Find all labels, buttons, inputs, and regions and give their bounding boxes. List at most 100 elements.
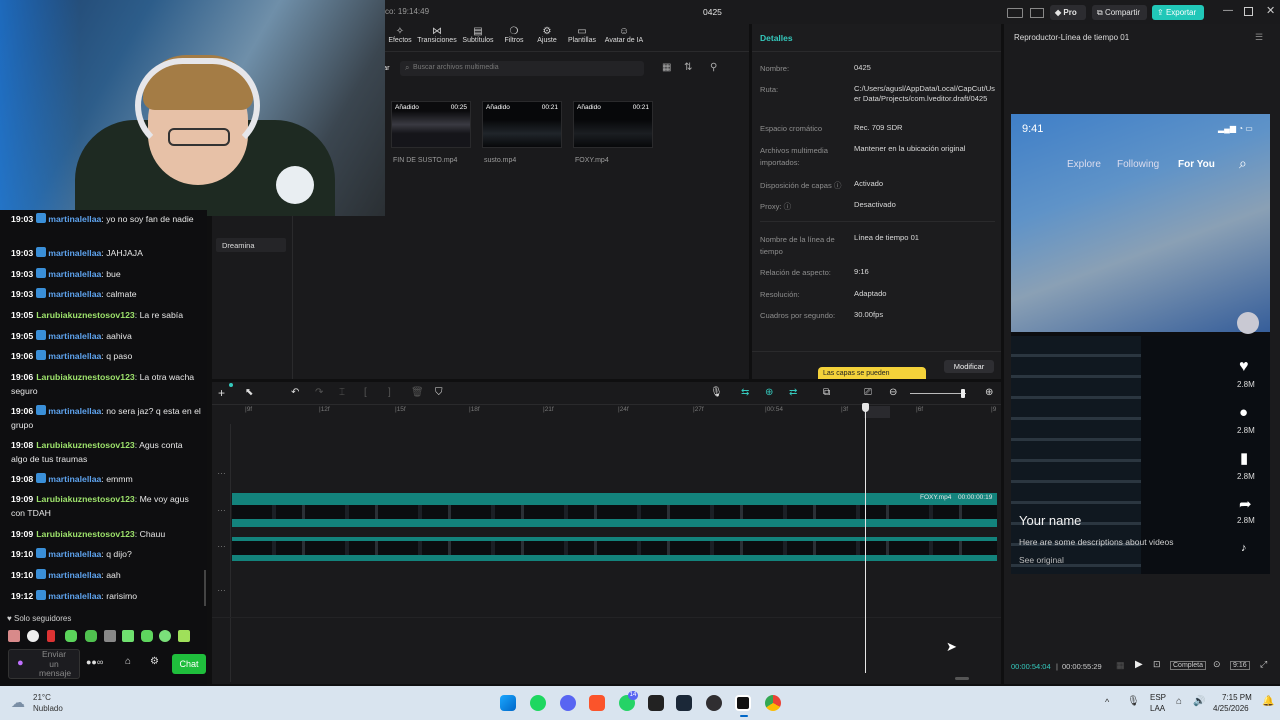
microphone-icon[interactable]: 🎙 (710, 387, 723, 398)
minimize-icon[interactable]: — (1223, 5, 1233, 16)
share-button[interactable]: ⧉ Compartir (1092, 5, 1147, 20)
tab-ai-avatar[interactable]: ☺ Avatar de IA (601, 26, 647, 44)
emote-bar[interactable] (8, 630, 193, 644)
sort-icon[interactable]: ⇅ (684, 62, 692, 73)
timeline-scrollbar[interactable] (955, 677, 969, 680)
media-clip-susto[interactable]: Añadido 00:21 (482, 101, 562, 148)
preview-axis-icon[interactable]: ⇄ (789, 387, 797, 398)
steam-icon[interactable] (676, 695, 692, 711)
settings-gear-icon[interactable]: ⚙ (150, 656, 159, 667)
chat-username[interactable]: martinalellaa (48, 406, 101, 416)
chat-username[interactable]: Larubiakuznestosov123 (36, 529, 135, 539)
spotify-icon[interactable] (530, 695, 546, 711)
zoom-in-icon[interactable]: ⊕ (985, 387, 993, 398)
discord-icon[interactable] (560, 695, 576, 711)
notifications-icon[interactable]: 🔔 (1262, 696, 1274, 707)
media-clip-foxy[interactable]: Añadido 00:21 (573, 101, 653, 148)
grid-icon[interactable]: ▦ (1116, 660, 1125, 671)
language-top[interactable]: ESP (1150, 693, 1166, 702)
chat-username[interactable]: martinalellaa (48, 248, 101, 258)
info-icon[interactable]: ⓘ (784, 202, 792, 211)
emote-icon[interactable] (85, 630, 97, 642)
emote-icon[interactable] (27, 630, 39, 642)
zoom-slider[interactable] (910, 393, 966, 394)
chat-username[interactable]: martinalellaa (48, 549, 101, 559)
redo-icon[interactable]: ↷ (315, 387, 323, 398)
chat-username[interactable]: martinalellaa (48, 570, 101, 580)
zoom-out-icon[interactable]: ⊖ (889, 387, 897, 398)
picture-in-picture-icon[interactable]: ⧉ (823, 387, 830, 398)
filter-icon[interactable]: ⚲ (710, 62, 717, 73)
track-options-icon[interactable]: … (217, 583, 226, 593)
tab-filters[interactable]: ❍ Filtros (499, 26, 529, 44)
tab-adjust[interactable]: ⚙ Ajuste (532, 26, 562, 44)
emote-icon[interactable] (104, 630, 116, 642)
shortcuts-icon[interactable] (1030, 8, 1044, 18)
emote-icon[interactable] (8, 630, 20, 642)
chat-username[interactable]: martinalellaa (48, 269, 101, 279)
bits-icon[interactable]: ●●∞ (86, 657, 103, 667)
chat-username[interactable]: martinalellaa (48, 331, 101, 341)
undo-icon[interactable]: ↶ (291, 387, 299, 398)
language-bottom[interactable]: LAA (1150, 704, 1165, 713)
trim-right-icon[interactable]: ] (388, 387, 391, 398)
caption-icon[interactable]: ⎚ (864, 387, 872, 398)
chat-scrollbar[interactable] (204, 570, 206, 606)
chrome-icon[interactable] (765, 695, 781, 711)
clock-time[interactable]: 7:15 PM (1222, 693, 1252, 702)
playhead-handle[interactable] (862, 403, 869, 412)
store-icon[interactable]: ⌂ (125, 656, 131, 667)
select-tool-icon[interactable]: ⬉ (245, 387, 253, 398)
chat-send-button[interactable]: Chat (172, 654, 206, 674)
microphone-tray-icon[interactable]: 🎙 (1127, 696, 1140, 707)
obs-icon[interactable] (706, 695, 722, 711)
menu-icon[interactable]: ☰ (1255, 32, 1263, 43)
emote-icon[interactable] (141, 630, 153, 642)
chat-username[interactable]: martinalellaa (48, 214, 101, 224)
fullscreen-icon[interactable]: ⤢ (1260, 659, 1267, 670)
capcut-icon[interactable] (735, 695, 751, 711)
ratio-button[interactable]: 9:16 (1230, 661, 1250, 670)
network-icon[interactable]: ⌂ (1176, 696, 1182, 707)
chat-username[interactable]: martinalellaa (48, 351, 101, 361)
grid-view-icon[interactable]: ▦ (662, 62, 671, 73)
track-options-icon[interactable]: … (217, 503, 226, 513)
chat-username[interactable]: Larubiakuznestosov123 (36, 372, 135, 382)
weather-desc[interactable]: Nublado (33, 704, 63, 713)
layout-icon[interactable] (1007, 8, 1023, 18)
export-button[interactable]: ⇪ Exportar (1152, 5, 1204, 20)
fit-button[interactable]: Completa (1170, 661, 1206, 670)
modify-button[interactable]: Modificar (944, 360, 994, 373)
sidebar-item-dreamina[interactable]: Dreamina (216, 238, 286, 252)
crop-icon[interactable]: ⊡ (1153, 659, 1161, 670)
clock-date[interactable]: 4/25/2026 (1213, 704, 1249, 713)
video-preview[interactable]: 9:41 ▂▄▆ ◔ ▭ Explore Following For You ⌕… (1011, 114, 1270, 574)
playhead[interactable] (865, 403, 866, 673)
chat-username[interactable]: Larubiakuznestosov123 (36, 310, 135, 320)
zoom-slider-handle[interactable] (961, 389, 965, 398)
volume-icon[interactable]: 🔊 (1193, 696, 1205, 707)
add-track-icon[interactable]: + (218, 386, 225, 400)
tray-chevron-icon[interactable]: ^ (1105, 697, 1109, 707)
media-clip-fin-de-susto[interactable]: Añadido 00:25 (391, 101, 471, 148)
screenshot-icon[interactable]: ⊙ (1213, 659, 1221, 670)
trim-left-icon[interactable]: [ (364, 387, 367, 398)
track-options-icon[interactable]: … (217, 466, 226, 476)
close-icon[interactable]: ✕ (1266, 4, 1275, 17)
magnet-icon[interactable]: ⊕ (765, 387, 773, 398)
brave-icon[interactable] (589, 695, 605, 711)
link-icon[interactable]: ⇆ (741, 387, 749, 398)
info-icon[interactable]: ⓘ (834, 181, 842, 190)
emote-icon[interactable] (178, 630, 190, 642)
play-icon[interactable]: ▶ (1135, 659, 1143, 670)
tab-effects[interactable]: ✧ Efectos (386, 26, 414, 44)
chat-username[interactable]: martinalellaa (48, 591, 101, 601)
tab-templates[interactable]: ▭ Plantillas (565, 26, 599, 44)
search-input[interactable]: ⌕ Buscar archivos multimedia (400, 61, 644, 76)
delete-icon[interactable]: 🗑 (411, 387, 424, 398)
chat-username[interactable]: Larubiakuznestosov123 (36, 440, 135, 450)
emote-icon[interactable] (47, 630, 55, 642)
emote-icon[interactable] (159, 630, 171, 642)
pro-button[interactable]: ◆ Pro (1050, 5, 1086, 20)
emote-icon[interactable] (65, 630, 77, 642)
